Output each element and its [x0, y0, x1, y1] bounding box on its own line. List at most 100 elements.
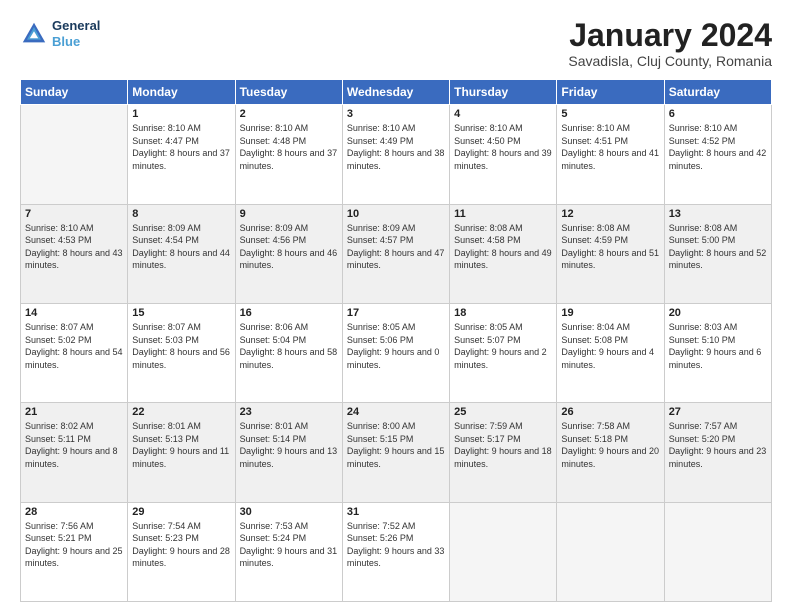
calendar-week-5: 28Sunrise: 7:56 AMSunset: 5:21 PMDayligh… — [21, 502, 772, 601]
calendar-cell-w2-d2: 8Sunrise: 8:09 AMSunset: 4:54 PMDaylight… — [128, 204, 235, 303]
daylight-label: Daylight: 9 hours and 23 minutes. — [669, 446, 767, 469]
day-info: Sunrise: 8:08 AMSunset: 5:00 PMDaylight:… — [669, 222, 767, 272]
sunset-label: Sunset: 5:26 PM — [347, 533, 414, 543]
calendar-cell-w1-d6: 5 Sunrise: 8:10 AMSunset: 4:51 PMDaylight… — [557, 105, 664, 204]
day-number: 4 — [454, 108, 552, 120]
day-number: 17 — [347, 307, 445, 319]
day-number: 9 — [240, 208, 338, 220]
sunrise-label: Sunrise: 7:57 AM — [669, 421, 738, 431]
calendar-cell-w5-d4: 31Sunrise: 7:52 AMSunset: 5:26 PMDayligh… — [342, 502, 449, 601]
daylight-label: Daylight: 8 hours and 44 minutes. — [132, 248, 230, 271]
sunrise-label: Sunrise: 7:59 AM — [454, 421, 523, 431]
sunrise-label: Sunrise: 8:10 AM — [454, 123, 523, 133]
calendar-cell-w1-d1 — [21, 105, 128, 204]
calendar-cell-w4-d6: 26Sunrise: 7:58 AMSunset: 5:18 PMDayligh… — [557, 403, 664, 502]
calendar-cell-w2-d6: 12Sunrise: 8:08 AMSunset: 4:59 PMDayligh… — [557, 204, 664, 303]
day-info: Sunrise: 8:10 AMSunset: 4:51 PMDaylight:… — [561, 122, 659, 172]
sunset-label: Sunset: 5:13 PM — [132, 434, 199, 444]
day-number: 10 — [347, 208, 445, 220]
day-number: 28 — [25, 506, 123, 518]
day-info: Sunrise: 8:10 AMSunset: 4:48 PMDaylight:… — [240, 122, 338, 172]
day-info: Sunrise: 8:10 AMSunset: 4:53 PMDaylight:… — [25, 222, 123, 272]
daylight-label: Daylight: 8 hours and 37 minutes. — [132, 148, 230, 171]
sunset-label: Sunset: 5:06 PM — [347, 335, 414, 345]
sunrise-label: Sunrise: 8:09 AM — [240, 223, 309, 233]
calendar-cell-w5-d2: 29Sunrise: 7:54 AMSunset: 5:23 PMDayligh… — [128, 502, 235, 601]
day-number: 21 — [25, 406, 123, 418]
calendar-cell-w5-d6 — [557, 502, 664, 601]
daylight-label: Daylight: 8 hours and 56 minutes. — [132, 347, 230, 370]
sunrise-label: Sunrise: 8:10 AM — [669, 123, 738, 133]
calendar-cell-w3-d7: 20Sunrise: 8:03 AMSunset: 5:10 PMDayligh… — [664, 303, 771, 402]
calendar-cell-w5-d3: 30Sunrise: 7:53 AMSunset: 5:24 PMDayligh… — [235, 502, 342, 601]
daylight-label: Daylight: 8 hours and 37 minutes. — [240, 148, 338, 171]
daylight-label: Daylight: 8 hours and 49 minutes. — [454, 248, 552, 271]
calendar-cell-w5-d7 — [664, 502, 771, 601]
day-info: Sunrise: 7:53 AM Sunset: 5:24 PM Daylight:… — [240, 520, 338, 570]
calendar-cell-w2-d7: 13Sunrise: 8:08 AMSunset: 5:00 PMDayligh… — [664, 204, 771, 303]
sunset-label: Sunset: 5:15 PM — [347, 434, 414, 444]
calendar-week-3: 14Sunrise: 8:07 AMSunset: 5:02 PMDayligh… — [21, 303, 772, 402]
sunset-label: Sunset: 4:50 PM — [454, 136, 521, 146]
daylight-label: Daylight: 8 hours and 41 minutes. — [561, 148, 659, 171]
sunrise-label: Sunrise: 8:08 AM — [561, 223, 630, 233]
day-info: Sunrise: 7:58 AMSunset: 5:18 PMDaylight:… — [561, 420, 659, 470]
sunset-label: Sunset: 5:14 PM — [240, 434, 307, 444]
sunset-label: Sunset: 5:08 PM — [561, 335, 628, 345]
logo-text: General Blue — [52, 18, 100, 49]
sunrise-label: Sunrise: 8:08 AM — [669, 223, 738, 233]
day-info: Sunrise: 7:52 AMSunset: 5:26 PMDaylight:… — [347, 520, 445, 570]
daylight-label: Daylight: 9 hours and 31 minutes. — [240, 546, 338, 569]
title-block: January 2024 Savadisla, Cluj County, Rom… — [568, 18, 772, 69]
day-number: 11 — [454, 208, 552, 220]
sunrise-label: Sunrise: 8:09 AM — [132, 223, 201, 233]
sunset-label: Sunset: 5:11 PM — [25, 434, 91, 444]
sunset-label: Sunset: 4:54 PM — [132, 235, 199, 245]
sunset-label: Sunset: 5:24 PM — [240, 533, 307, 543]
sunrise-label: Sunrise: 8:00 AM — [347, 421, 416, 431]
col-sunday: Sunday — [21, 80, 128, 105]
daylight-label: Daylight: 9 hours and 28 minutes. — [132, 546, 230, 569]
day-info: Sunrise: 7:59 AMSunset: 5:17 PMDaylight:… — [454, 420, 552, 470]
sunset-label: Sunset: 5:10 PM — [669, 335, 736, 345]
day-number: 2 — [240, 108, 338, 120]
daylight-label: Daylight: 9 hours and 4 minutes. — [561, 347, 654, 370]
day-number: 20 — [669, 307, 767, 319]
calendar-cell-w4-d3: 23Sunrise: 8:01 AMSunset: 5:14 PMDayligh… — [235, 403, 342, 502]
sunset-label: Sunset: 4:58 PM — [454, 235, 521, 245]
daylight-label: Daylight: 8 hours and 46 minutes. — [240, 248, 338, 271]
sunrise-label: Sunrise: 7:53 AM — [240, 521, 309, 531]
calendar-cell-w3-d5: 18Sunrise: 8:05 AMSunset: 5:07 PMDayligh… — [450, 303, 557, 402]
daylight-label: Daylight: 9 hours and 18 minutes. — [454, 446, 552, 469]
day-number: 5 — [561, 108, 659, 120]
daylight-label: Daylight: 9 hours and 8 minutes. — [25, 446, 118, 469]
day-info: Sunrise: 8:10 AMSunset: 4:52 PMDaylight:… — [669, 122, 767, 172]
sunrise-label: Sunrise: 8:10 AM — [561, 123, 630, 133]
sunrise-label: Sunrise: 8:09 AM — [347, 223, 416, 233]
day-info: Sunrise: 8:00 AMSunset: 5:15 PMDaylight:… — [347, 420, 445, 470]
day-info: Sunrise: 8:01 AMSunset: 5:13 PMDaylight:… — [132, 420, 230, 470]
sunrise-label: Sunrise: 8:01 AM — [132, 421, 201, 431]
daylight-label: Daylight: 9 hours and 13 minutes. — [240, 446, 338, 469]
day-info: Sunrise: 8:05 AMSunset: 5:06 PMDaylight:… — [347, 321, 445, 371]
day-info: Sunrise: 8:02 AMSunset: 5:11 PMDaylight:… — [25, 420, 123, 470]
sunset-label: Sunset: 5:20 PM — [669, 434, 736, 444]
day-info: Sunrise: 8:10 AMSunset: 4:49 PMDaylight:… — [347, 122, 445, 172]
sunset-label: Sunset: 4:52 PM — [669, 136, 736, 146]
logo: General Blue — [20, 18, 100, 49]
day-number: 16 — [240, 307, 338, 319]
sunrise-label: Sunrise: 8:05 AM — [454, 322, 523, 332]
col-friday: Friday — [557, 80, 664, 105]
day-info: Sunrise: 8:08 AMSunset: 4:58 PMDaylight:… — [454, 222, 552, 272]
calendar-cell-w3-d6: 19Sunrise: 8:04 AMSunset: 5:08 PMDayligh… — [557, 303, 664, 402]
day-number: 14 — [25, 307, 123, 319]
sunrise-label: Sunrise: 8:07 AM — [132, 322, 201, 332]
calendar-cell-w5-d5 — [450, 502, 557, 601]
calendar-cell-w2-d3: 9Sunrise: 8:09 AMSunset: 4:56 PMDaylight… — [235, 204, 342, 303]
sunrise-label: Sunrise: 7:52 AM — [347, 521, 416, 531]
col-wednesday: Wednesday — [342, 80, 449, 105]
daylight-label: Daylight: 8 hours and 54 minutes. — [25, 347, 123, 370]
day-number: 25 — [454, 406, 552, 418]
day-info: Sunrise: 8:09 AMSunset: 4:57 PMDaylight:… — [347, 222, 445, 272]
calendar-cell-w3-d3: 16Sunrise: 8:06 AMSunset: 5:04 PMDayligh… — [235, 303, 342, 402]
